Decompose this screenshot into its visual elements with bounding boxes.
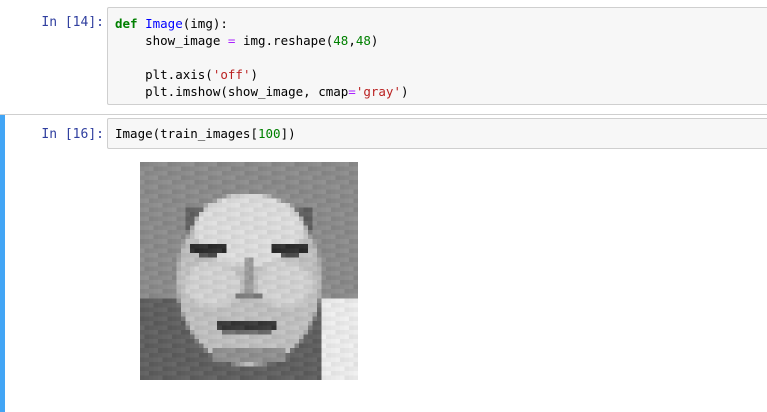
code-editor[interactable]: Image(train_images[100]) — [115, 125, 296, 142]
output-face-image — [140, 162, 358, 380]
code-token: ) — [400, 84, 409, 99]
code-line: def Image(img): — [115, 16, 228, 31]
code-input-area[interactable]: def Image(img): show_image = img.reshape… — [107, 7, 767, 105]
code-token: , — [348, 33, 356, 48]
code-token: plt.axis( — [115, 67, 213, 82]
code-token: Image(train_images[ — [115, 126, 258, 141]
selected-cell-indicator — [0, 114, 5, 412]
code-token: 48 — [355, 33, 371, 48]
code-token: ]) — [280, 126, 296, 141]
code-token: 48 — [333, 33, 349, 48]
code-token: ) — [370, 33, 379, 48]
code-token: (img): — [182, 16, 228, 31]
code-token: 'off' — [212, 67, 251, 82]
code-cell-16[interactable]: In [16]: Image(train_images[100]) — [0, 114, 767, 412]
code-line: plt.axis('off') — [115, 67, 258, 82]
code-editor[interactable]: def Image(img): show_image = img.reshape… — [115, 15, 409, 100]
code-token: Image — [145, 16, 183, 31]
code-token: show_image — [115, 33, 228, 48]
code-token: ) — [250, 67, 259, 82]
input-prompt: In [16]: — [41, 127, 104, 142]
code-line: show_image = img.reshape(48,48) — [115, 33, 378, 48]
code-token: 'gray' — [355, 84, 401, 99]
code-line: Image(train_images[100]) — [115, 126, 296, 141]
code-token: 100 — [258, 126, 281, 141]
code-input-area[interactable]: Image(train_images[100]) — [107, 118, 767, 149]
code-line: plt.imshow(show_image, cmap='gray') — [115, 84, 409, 99]
input-prompt: In [14]: — [41, 15, 104, 30]
cell-divider — [0, 114, 767, 412]
code-token: img.reshape( — [235, 33, 334, 48]
notebook-page: In [14]: def Image(img): show_image = im… — [0, 0, 767, 412]
code-token: def — [115, 16, 138, 31]
code-cell-14[interactable]: In [14]: def Image(img): show_image = im… — [0, 0, 767, 110]
code-token: = — [348, 84, 356, 99]
code-token: plt.imshow(show_image, cmap — [115, 84, 349, 99]
